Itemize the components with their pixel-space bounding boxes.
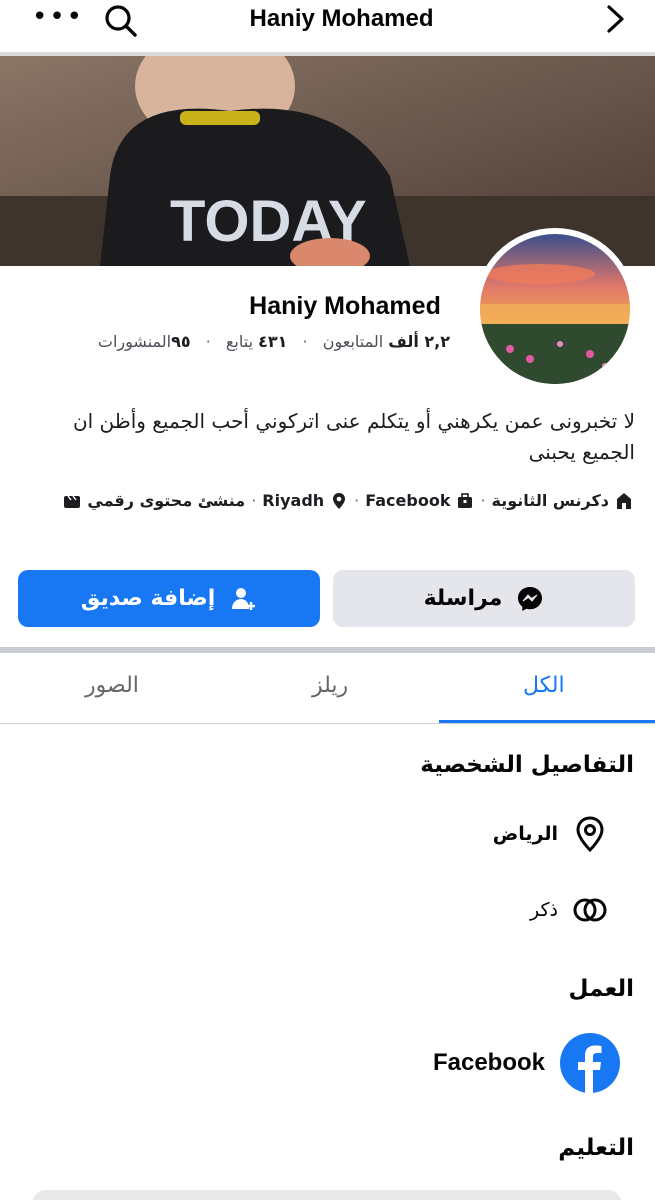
tab-photos[interactable]: الصور — [85, 673, 139, 698]
chevron-right-icon[interactable] — [600, 4, 630, 34]
followers-count[interactable]: ٢,٢ ألف — [388, 332, 450, 351]
following-count[interactable]: ٤٣١ — [258, 332, 287, 351]
school-label: دكرنس الثانوية — [491, 491, 609, 510]
detail-gender: ذكر — [530, 890, 610, 930]
personal-details-heading: التفاصيل الشخصية — [420, 752, 634, 778]
location-pin-icon — [333, 492, 346, 509]
message-label: مراسلة — [423, 586, 503, 611]
followers-label: المتابعون — [322, 332, 384, 351]
top-nav-bar: ••• Haniy Mohamed — [0, 0, 655, 52]
add-user-icon — [232, 587, 256, 610]
profile-name: Haniy Mohamed — [249, 292, 441, 320]
school-icon — [617, 492, 631, 509]
briefcase-icon — [458, 492, 473, 508]
work-entry[interactable]: Facebook — [433, 1032, 621, 1094]
video-clapper-icon — [64, 495, 81, 508]
education-card[interactable] — [32, 1190, 622, 1200]
meta-category[interactable]: منشئ محتوى رقمي — [63, 491, 245, 510]
meta-separator: · — [480, 491, 486, 510]
add-friend-button[interactable]: إضافة صديق — [18, 570, 320, 627]
profile-meta: دكرنس الثانوية · Facebook · Riyadh · منش… — [63, 491, 633, 510]
message-button[interactable]: مراسلة — [333, 570, 635, 627]
add-friend-label: إضافة صديق — [80, 586, 216, 611]
meta-separator: · — [251, 491, 257, 510]
meta-separator: · — [354, 491, 360, 510]
following-label: يتابع — [225, 332, 254, 351]
tab-reels[interactable]: ريلز — [312, 673, 348, 698]
nav-title: Haniy Mohamed — [249, 5, 434, 32]
profile-stats: ٢,٢ ألف المتابعون · ٤٣١ يتابع · ٩٥المنشو… — [98, 332, 450, 351]
posts-label: المنشورات — [97, 332, 172, 351]
location-label: الرياض — [492, 823, 558, 845]
meta-city[interactable]: Riyadh — [262, 491, 348, 510]
workplace-label: Facebook — [365, 491, 451, 510]
work-place-label: Facebook — [432, 1049, 545, 1076]
gender-icon — [573, 898, 607, 922]
profile-tabs: الكل ريلز الصور — [0, 653, 655, 724]
stats-separator: · — [205, 332, 211, 351]
profile-bio: لا تخبرونى عمن يكرهني أو يتكلم عنى اتركو… — [72, 409, 635, 464]
tab-all[interactable]: الكل — [523, 673, 565, 698]
education-heading: التعليم — [558, 1135, 634, 1161]
meta-school[interactable]: دكرنس الثانوية — [492, 491, 633, 510]
posts-count: ٩٥ — [171, 332, 191, 351]
category-label: منشئ محتوى رقمي — [87, 491, 246, 510]
facebook-logo-icon — [560, 1033, 620, 1094]
meta-workplace[interactable]: Facebook — [365, 491, 474, 510]
work-heading: العمل — [568, 976, 634, 1002]
profile-avatar[interactable] — [474, 228, 636, 390]
gender-label: ذكر — [530, 899, 558, 921]
location-pin-icon — [576, 816, 604, 853]
active-tab-indicator — [439, 720, 655, 723]
city-label: Riyadh — [262, 491, 325, 510]
stats-separator: · — [302, 332, 308, 351]
detail-location: الرياض — [493, 814, 610, 854]
messenger-icon — [518, 586, 543, 611]
